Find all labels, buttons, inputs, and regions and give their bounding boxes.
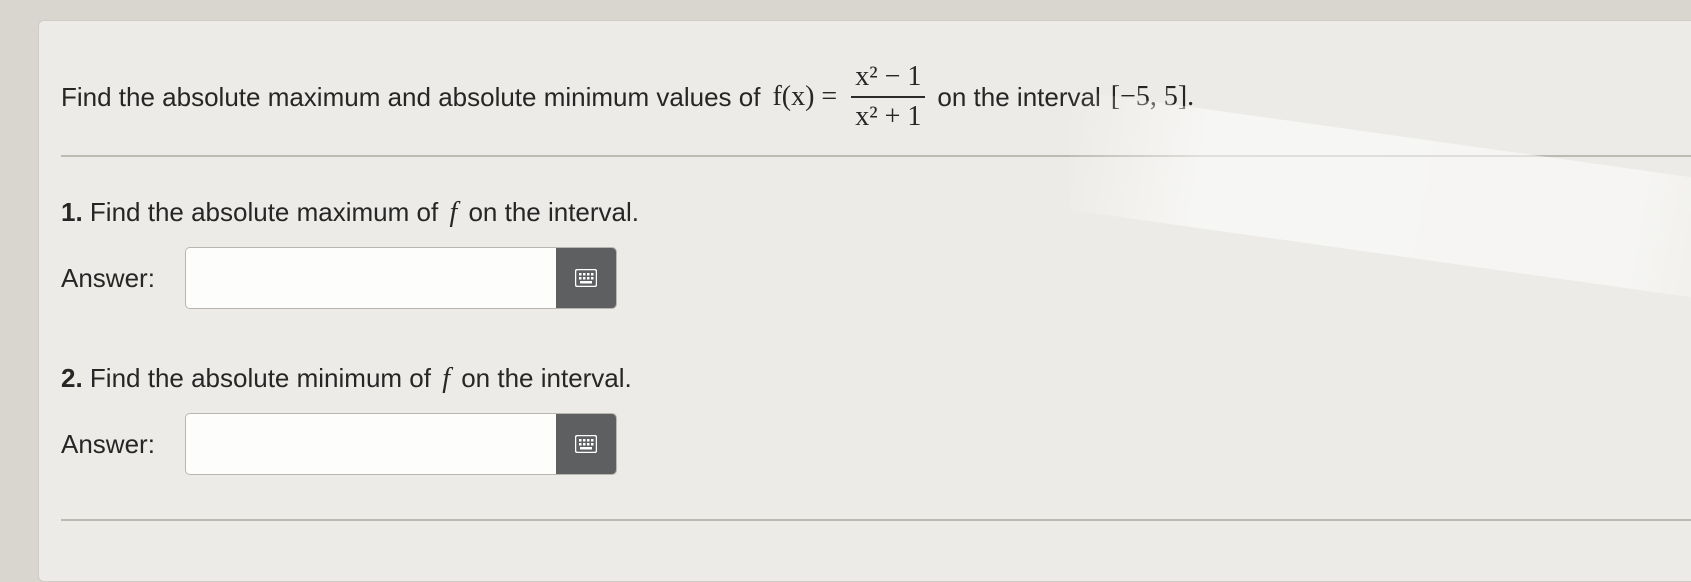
question-1-number: 1.: [61, 197, 83, 227]
question-2-number: 2.: [61, 363, 83, 393]
problem-interval: [−5, 5].: [1110, 81, 1195, 112]
answer-input-2[interactable]: [186, 414, 556, 474]
keypad-icon: [575, 435, 597, 453]
problem-suffix: on the interval: [937, 81, 1101, 112]
answer-group-1: [185, 247, 617, 309]
question-2-text-after: on the interval.: [461, 363, 632, 393]
answer-label: Answer:: [61, 428, 155, 459]
question-2: 2. Find the absolute minimum of f on the…: [61, 363, 632, 395]
question-1-text-after: on the interval.: [468, 197, 640, 227]
question-1-text-before: Find the absolute maximum of: [89, 197, 439, 227]
function-lhs: f(x) =: [772, 81, 838, 112]
keypad-button-2[interactable]: [556, 414, 616, 474]
question-1: 1. Find the absolute maximum of f on the…: [61, 197, 639, 229]
fraction-numerator: x² − 1: [855, 61, 922, 92]
question-1-variable: f: [449, 197, 458, 228]
answer-row-2: Answer:: [61, 413, 617, 475]
answer-group-2: [185, 413, 617, 475]
keypad-button-1[interactable]: [556, 248, 616, 308]
question-2-variable: f: [442, 363, 450, 394]
problem-prefix: Find the absolute maximum and absolute m…: [61, 81, 761, 112]
question-card: Find the absolute maximum and absolute m…: [38, 20, 1691, 582]
answer-label: Answer:: [61, 262, 155, 293]
problem-statement: Find the absolute maximum and absolute m…: [61, 55, 1194, 139]
function-fraction: x² − 1 x² + 1: [851, 60, 926, 134]
fraction-denominator: x² + 1: [855, 101, 922, 132]
divider: [61, 519, 1691, 521]
keypad-icon: [575, 269, 597, 287]
answer-input-1[interactable]: [186, 248, 556, 308]
fraction-bar: [851, 96, 926, 98]
divider: [61, 155, 1691, 157]
answer-row-1: Answer:: [61, 247, 617, 309]
question-2-text-before: Find the absolute minimum of: [89, 363, 431, 393]
